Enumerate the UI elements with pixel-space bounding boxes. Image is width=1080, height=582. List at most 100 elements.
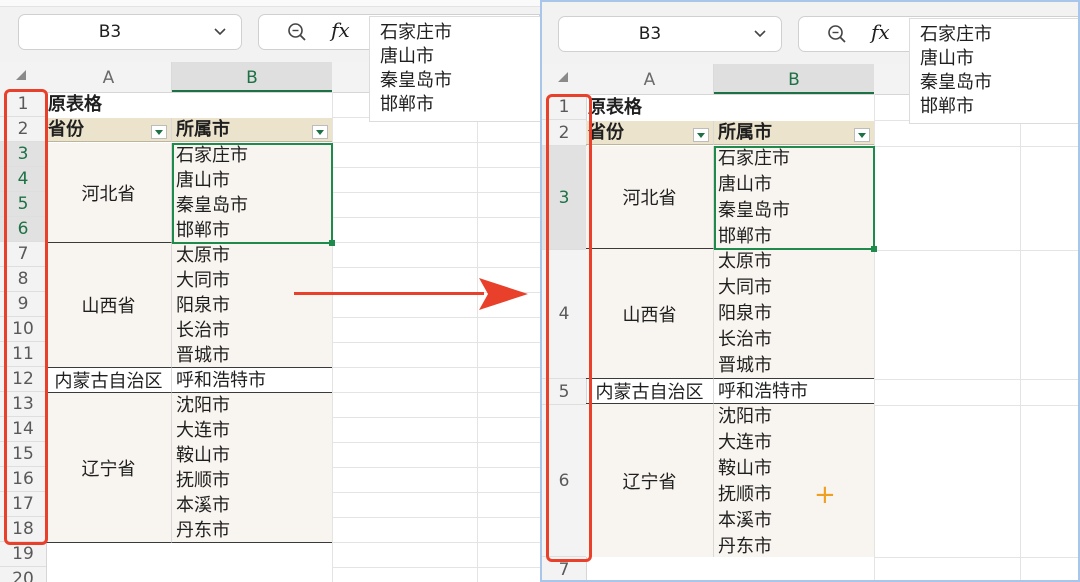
column-header-a[interactable]: A (586, 64, 714, 94)
selection-border (714, 146, 877, 252)
province-cell[interactable]: 山西省 (46, 243, 172, 368)
column-header-b[interactable]: B (714, 64, 874, 94)
city-line: 鞍山市 (718, 458, 772, 479)
city-line: 太原市 (176, 245, 230, 266)
city-line: 大同市 (718, 277, 772, 298)
cell-cursor-icon: + (814, 480, 836, 510)
grid-line (332, 467, 540, 468)
chevron-down-icon[interactable] (211, 22, 229, 40)
grid-line (874, 379, 1078, 380)
city-line: 阳泉市 (718, 303, 772, 324)
grid-line (332, 267, 540, 268)
grid-line (332, 142, 540, 143)
column-header-a[interactable]: A (46, 62, 172, 92)
grid-line (332, 417, 540, 418)
chevron-down-icon[interactable] (751, 24, 769, 42)
province-cell[interactable]: 辽宁省 (46, 393, 172, 543)
formula-line: 石家庄市 (920, 24, 992, 45)
cities-cell[interactable]: 呼和浩特市 (714, 379, 874, 404)
row-highlight-box (546, 94, 592, 562)
city-line: 长治市 (176, 320, 230, 341)
grid-line (874, 557, 1078, 558)
selection-border (172, 143, 335, 246)
province-cell[interactable]: 内蒙古自治区 (46, 368, 172, 393)
grid-line (332, 342, 540, 343)
grid-line (332, 167, 540, 168)
formula-content[interactable]: 石家庄市 唐山市 秦皇岛市 邯郸市 (369, 16, 540, 122)
name-box[interactable]: B3 (18, 14, 242, 50)
select-all-corner[interactable] (16, 70, 26, 80)
row-header-20[interactable]: 20 (0, 567, 46, 582)
title-cell[interactable]: 原表格 (588, 96, 712, 120)
grid-line (332, 317, 540, 318)
formula-line: 秦皇岛市 (380, 70, 452, 91)
header-province-label: 省份 (48, 119, 84, 140)
province-cell[interactable]: 山西省 (586, 249, 714, 379)
cell-reference: B3 (98, 22, 122, 42)
filter-dropdown-icon[interactable] (151, 125, 167, 139)
city-line: 鞍山市 (176, 445, 230, 466)
cities-cell[interactable]: 沈阳市 大连市 鞍山市 抚顺市 本溪市 丹东市 (714, 404, 874, 557)
grid-line (332, 242, 540, 243)
grid-line (332, 367, 540, 368)
province-cell[interactable]: 辽宁省 (586, 404, 714, 557)
grid-line (332, 442, 540, 443)
header-province-label: 省份 (588, 122, 624, 143)
row-header-19[interactable]: 19 (0, 542, 46, 567)
header-cell-province[interactable]: 省份 (46, 118, 172, 142)
transform-arrow-icon (294, 278, 528, 310)
right-spreadsheet: B3 fx 石家庄市 唐山市 秦皇岛市 邯郸市 A B 1234567 原表格 … (540, 0, 1080, 582)
city-line: 本溪市 (176, 495, 230, 516)
city-line: 太原市 (718, 251, 772, 272)
zoom-formula-icon[interactable] (827, 24, 847, 44)
filter-dropdown-icon[interactable] (312, 125, 328, 139)
cities-cell[interactable]: 呼和浩特市 (172, 368, 332, 393)
grid-line (332, 392, 540, 393)
zoom-formula-icon[interactable] (287, 22, 307, 42)
filter-dropdown-icon[interactable] (693, 128, 709, 142)
city-line: 沈阳市 (718, 406, 772, 427)
city-line: 大连市 (176, 420, 230, 441)
province-cell[interactable]: 河北省 (46, 143, 172, 243)
city-line: 大连市 (718, 432, 772, 453)
header-cell-city[interactable]: 所属市 (714, 121, 874, 145)
formula-content[interactable]: 石家庄市 唐山市 秦皇岛市 邯郸市 (909, 18, 1078, 124)
grid-line (332, 517, 540, 518)
name-box[interactable]: B3 (558, 16, 782, 52)
city-line: 晋城市 (718, 355, 772, 376)
grid-line (874, 146, 1078, 147)
formula-line: 石家庄市 (380, 22, 452, 43)
cities-cell[interactable]: 沈阳市 大连市 鞍山市 抚顺市 本溪市 丹东市 (172, 393, 332, 543)
city-line: 沈阳市 (176, 395, 230, 416)
grid-line (874, 250, 1078, 251)
formula-line: 秦皇岛市 (920, 72, 992, 93)
grid-line (332, 492, 540, 493)
formula-line: 唐山市 (380, 46, 434, 67)
title-cell[interactable]: 原表格 (48, 93, 172, 117)
grid-line (332, 217, 540, 218)
grid-line (874, 405, 1078, 406)
cities-cell[interactable]: 太原市 大同市 阳泉市 长治市 晋城市 (714, 249, 874, 379)
filter-dropdown-icon[interactable] (854, 128, 870, 142)
formula-line: 邯郸市 (920, 96, 974, 117)
city-line: 呼和浩特市 (718, 381, 808, 402)
city-line: 抚顺市 (718, 484, 772, 505)
province-cell[interactable]: 内蒙古自治区 (586, 379, 714, 404)
header-cell-province[interactable]: 省份 (586, 121, 714, 145)
city-line: 本溪市 (718, 510, 772, 531)
city-line: 呼和浩特市 (176, 370, 266, 391)
province-cell[interactable]: 河北省 (586, 146, 714, 249)
grid-line (477, 92, 478, 582)
header-city-label: 所属市 (176, 119, 230, 140)
formula-line: 唐山市 (920, 48, 974, 69)
function-icon[interactable]: fx (871, 20, 890, 44)
city-line: 长治市 (718, 329, 772, 350)
select-all-corner[interactable] (558, 72, 568, 82)
grid-line (332, 567, 540, 568)
column-header-b[interactable]: B (172, 62, 332, 92)
row-highlight-box (4, 89, 48, 545)
header-cell-city[interactable]: 所属市 (172, 118, 332, 142)
window-top-edge (0, 0, 540, 7)
city-line: 晋城市 (176, 345, 230, 366)
function-icon[interactable]: fx (331, 18, 350, 42)
